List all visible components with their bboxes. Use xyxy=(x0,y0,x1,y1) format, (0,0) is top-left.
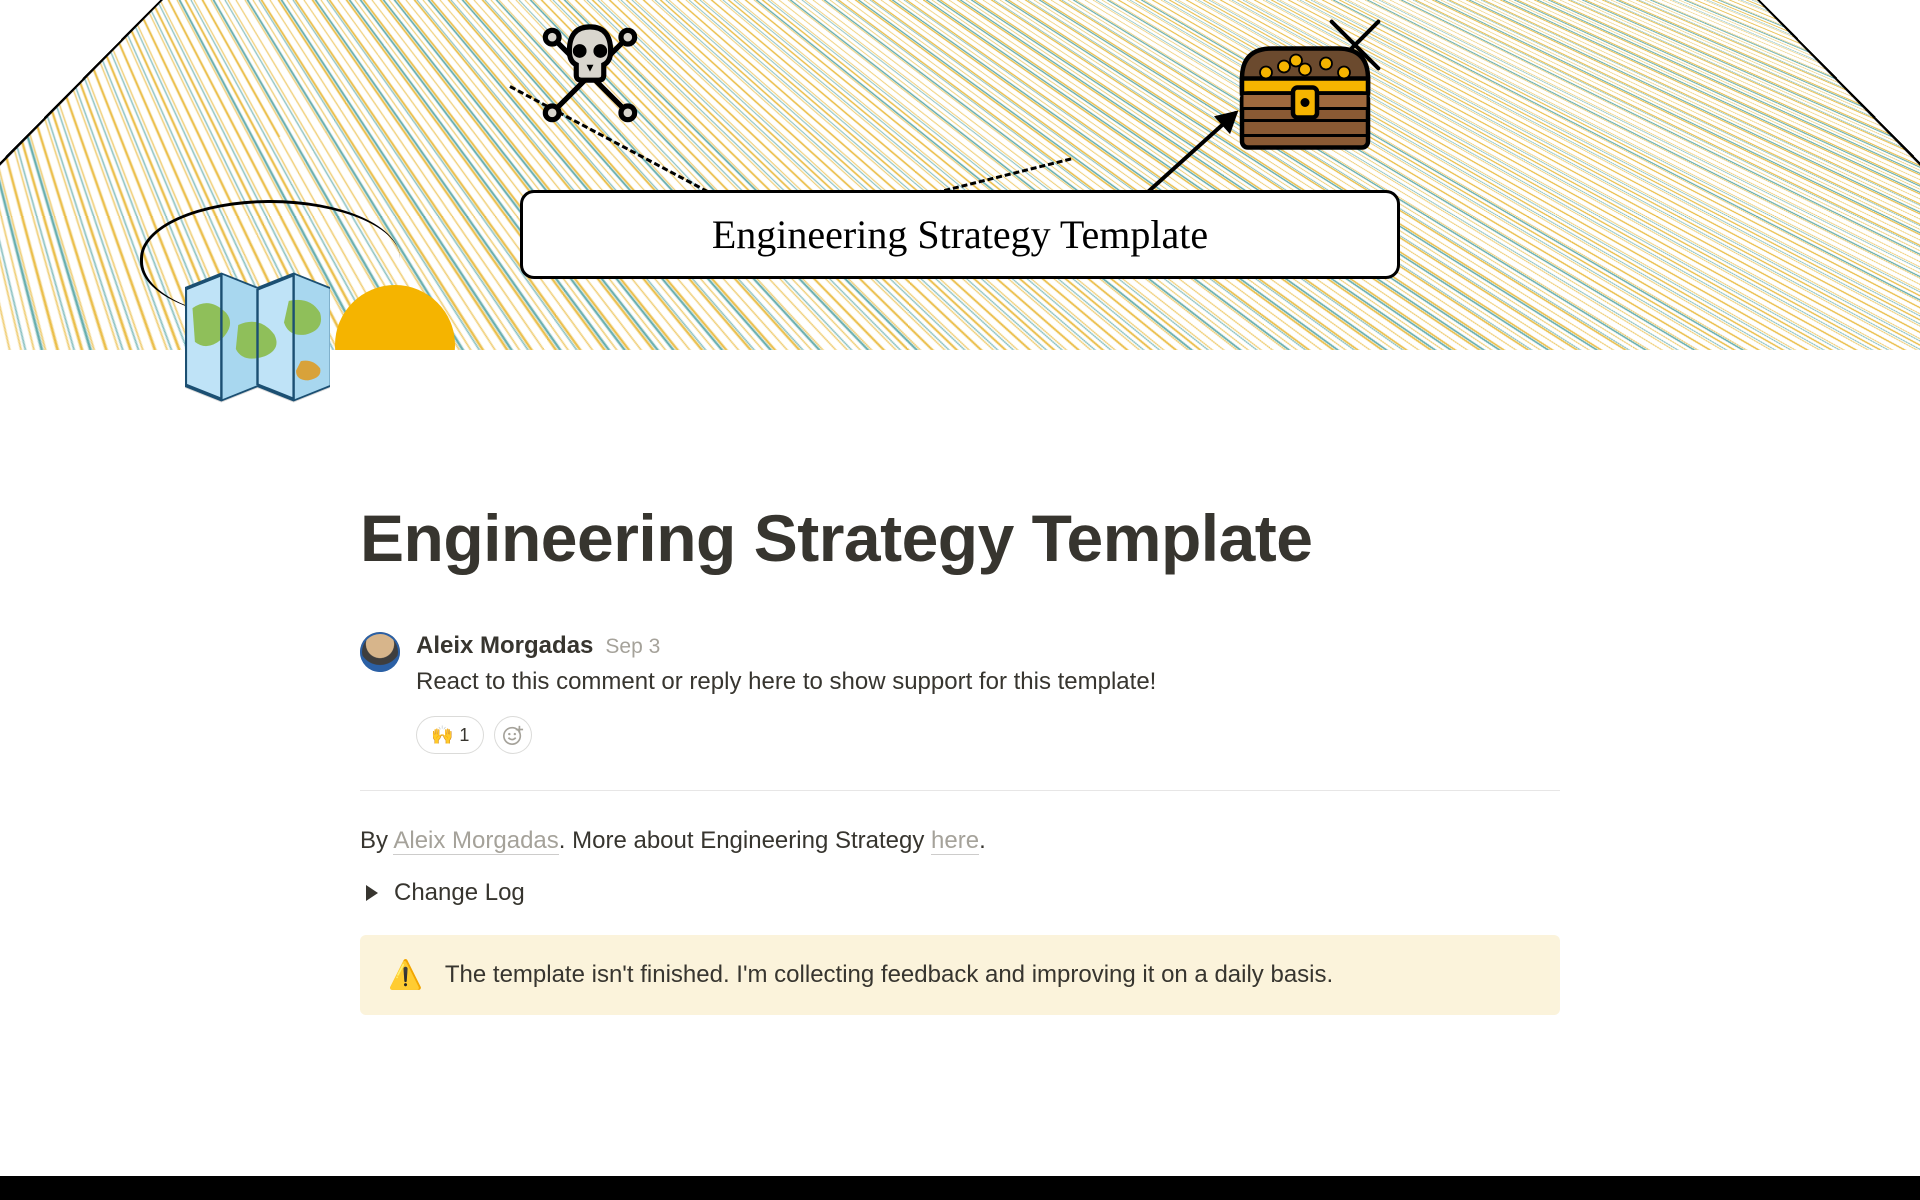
comment-block: Aleix Morgadas Sep 3 React to this comme… xyxy=(360,632,1560,791)
toggle-label: Change Log xyxy=(394,879,525,907)
toggle-change-log[interactable]: Change Log xyxy=(360,879,1560,907)
byline-prefix: By xyxy=(360,827,393,854)
byline-mid: . More about Engineering Strategy xyxy=(559,827,931,854)
callout-text: The template isn't finished. I'm collect… xyxy=(445,961,1333,989)
avatar[interactable] xyxy=(360,632,400,672)
reaction-count: 1 xyxy=(459,725,469,746)
caret-right-icon xyxy=(366,885,378,901)
comment-text: React to this comment or reply here to s… xyxy=(416,668,1560,696)
add-emoji-icon xyxy=(502,724,524,746)
comment-author[interactable]: Aleix Morgadas xyxy=(416,632,593,660)
skull-crossbones-icon xyxy=(530,15,650,135)
here-link[interactable]: here xyxy=(931,827,979,855)
treasure-chest-icon xyxy=(1230,25,1380,165)
cover-banner: Engineering Strategy Template xyxy=(520,190,1400,279)
warning-icon: ⚠️ xyxy=(388,961,423,989)
reaction-pill[interactable]: 🙌 1 xyxy=(416,716,484,754)
author-link[interactable]: Aleix Morgadas xyxy=(393,827,558,855)
bottom-bar xyxy=(0,1176,1920,1200)
add-reaction-button[interactable] xyxy=(494,716,532,754)
comment-date: Sep 3 xyxy=(605,635,660,659)
page-title: Engineering Strategy Template xyxy=(360,500,1560,576)
callout-warning: ⚠️ The template isn't finished. I'm coll… xyxy=(360,935,1560,1015)
page-icon-world-map[interactable] xyxy=(185,272,330,402)
byline-suffix: . xyxy=(979,827,986,854)
page-content: Engineering Strategy Template Aleix Morg… xyxy=(360,350,1560,1015)
reaction-emoji: 🙌 xyxy=(431,725,453,746)
byline: By Aleix Morgadas. More about Engineerin… xyxy=(360,827,1560,855)
